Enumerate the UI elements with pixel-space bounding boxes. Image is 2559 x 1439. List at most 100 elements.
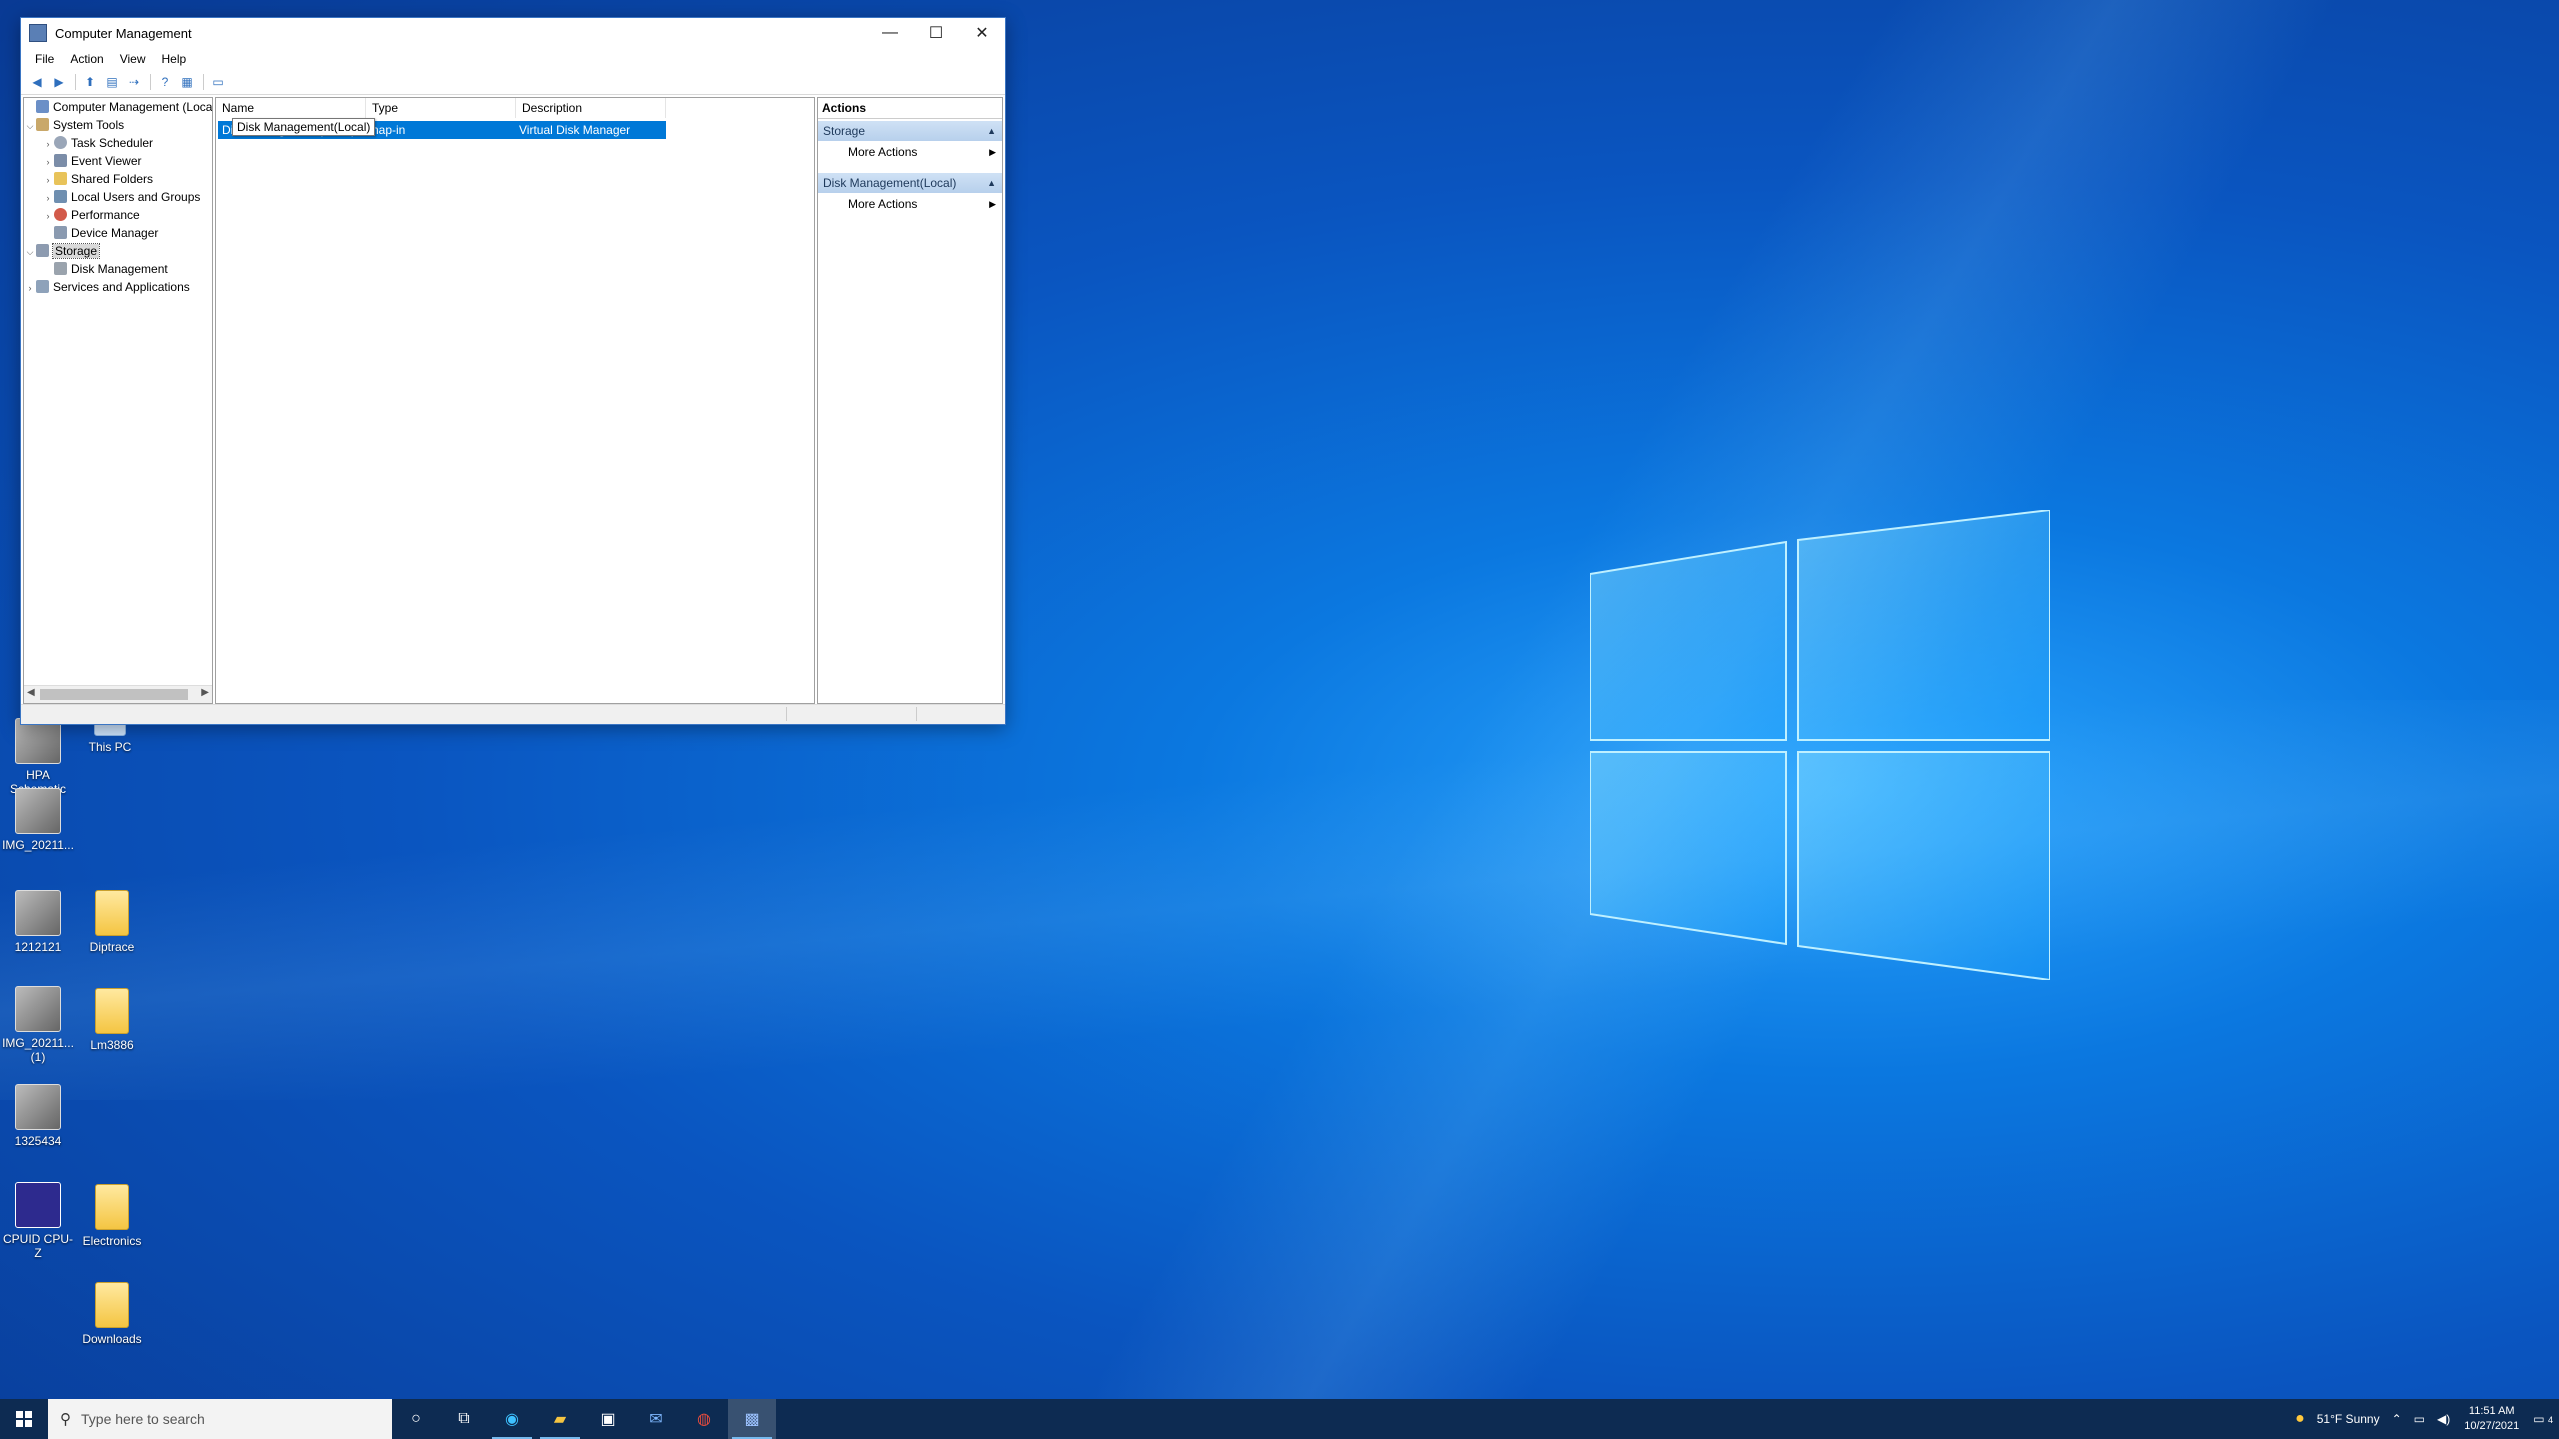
- folder-icon: [95, 1282, 129, 1328]
- tree-item-performance[interactable]: › Performance: [24, 206, 212, 224]
- up-folder-icon[interactable]: ⬆: [80, 73, 100, 91]
- actions-section-storage[interactable]: Storage ▲: [818, 121, 1002, 141]
- tree-item-label: Disk Management: [71, 262, 168, 276]
- section-label: Disk Management(Local): [823, 176, 957, 190]
- tree-item-system-tools[interactable]: ⌵ System Tools: [24, 116, 212, 134]
- desktop-icon-img-2[interactable]: IMG_20211... (1): [0, 986, 76, 1064]
- taskbar-computer-management[interactable]: ▩: [728, 1399, 776, 1439]
- column-header-description[interactable]: Description: [516, 98, 666, 118]
- desktop-icon-diptrace[interactable]: Diptrace: [74, 890, 150, 954]
- desktop-icon-lm3886[interactable]: Lm3886: [74, 988, 150, 1052]
- search-placeholder: Type here to search: [81, 1411, 205, 1427]
- start-button[interactable]: [0, 1399, 48, 1439]
- tree-item-device-manager[interactable]: Device Manager: [24, 224, 212, 242]
- scroll-right-icon[interactable]: ▶: [201, 687, 209, 698]
- column-header-name[interactable]: Name: [216, 98, 366, 118]
- chevron-right-icon[interactable]: ›: [24, 279, 36, 297]
- computer-management-icon: [36, 100, 49, 113]
- desktop-icon-img-1[interactable]: IMG_20211...: [0, 788, 76, 852]
- tree-item-local-users[interactable]: › Local Users and Groups: [24, 188, 212, 206]
- cpuz-app-icon: [15, 1182, 61, 1228]
- windows-logo-wallpaper: [1590, 510, 2050, 980]
- section-label: Storage: [823, 124, 866, 138]
- collapse-up-icon: ▲: [987, 178, 996, 188]
- desktop-icon-label: This PC: [88, 740, 132, 754]
- actions-section-disk-management[interactable]: Disk Management(Local) ▲: [818, 173, 1002, 193]
- window-title: Computer Management: [55, 25, 192, 41]
- volume-icon[interactable]: ◀): [2431, 1412, 2456, 1426]
- horizontal-scrollbar[interactable]: ◀ ▶: [24, 685, 212, 703]
- cortana-button[interactable]: ○: [392, 1399, 440, 1439]
- list-header: Name Type Description: [216, 98, 814, 118]
- action-label: More Actions: [848, 197, 918, 211]
- chevron-right-icon[interactable]: ›: [42, 207, 54, 225]
- tree-item-label: Services and Applications: [53, 280, 190, 294]
- show-action-pane-icon[interactable]: ▭: [208, 73, 228, 91]
- taskbar-store[interactable]: ▣: [584, 1399, 632, 1439]
- forward-arrow-icon[interactable]: ▶: [49, 73, 69, 91]
- clock[interactable]: 11:51 AM 10/27/2021: [2456, 1404, 2527, 1434]
- menu-help[interactable]: Help: [154, 52, 195, 66]
- taskbar-file-explorer[interactable]: ▰: [536, 1399, 584, 1439]
- tree-item-shared-folders[interactable]: › Shared Folders: [24, 170, 212, 188]
- action-label: More Actions: [848, 145, 918, 159]
- chevron-down-icon[interactable]: ⌵: [24, 243, 36, 261]
- desktop-icon-downloads[interactable]: Downloads: [74, 1282, 150, 1346]
- scroll-left-icon[interactable]: ◀: [27, 687, 35, 698]
- search-box[interactable]: ⚲ Type here to search: [48, 1399, 392, 1439]
- users-icon: [54, 190, 67, 203]
- taskbar-edge[interactable]: ◉: [488, 1399, 536, 1439]
- menu-action[interactable]: Action: [62, 52, 111, 66]
- wallpaper-light-beam: [0, 700, 2559, 1100]
- device-manager-icon: [54, 226, 67, 239]
- menu-file[interactable]: File: [27, 52, 62, 66]
- toolbox-icon: [36, 118, 49, 131]
- tree-item-task-scheduler[interactable]: › Task Scheduler: [24, 134, 212, 152]
- taskbar-mail[interactable]: ✉: [632, 1399, 680, 1439]
- desktop-icon-label: Diptrace: [89, 940, 135, 954]
- weather-text[interactable]: 51°F Sunny: [2311, 1412, 2386, 1426]
- chevron-down-icon[interactable]: ⌵: [24, 117, 36, 135]
- tree-item-event-viewer[interactable]: › Event Viewer: [24, 152, 212, 170]
- more-actions-disk-management[interactable]: More Actions ▶: [818, 193, 1002, 215]
- task-view-button[interactable]: ⧉: [440, 1399, 488, 1439]
- chevron-right-icon[interactable]: ›: [42, 153, 54, 171]
- console-tree: Computer Management (Local ⌵ System Tools…: [23, 97, 213, 704]
- title-bar[interactable]: Computer Management — ☐ ✕: [21, 18, 1005, 48]
- chevron-right-icon[interactable]: ›: [42, 189, 54, 207]
- taskbar-chrome[interactable]: ◍: [680, 1399, 728, 1439]
- tree-item-label: Performance: [71, 208, 140, 222]
- properties-icon[interactable]: ▦: [177, 73, 197, 91]
- computer-management-icon: ▩: [744, 1411, 760, 1428]
- sun-weather-icon[interactable]: ●: [2289, 1410, 2311, 1428]
- desktop-icon-electronics[interactable]: Electronics: [74, 1184, 150, 1248]
- desktop-icon-label: 1212121: [14, 940, 62, 954]
- desktop-icon-label: Electronics: [82, 1234, 142, 1248]
- chevron-right-icon[interactable]: ›: [42, 135, 54, 153]
- tree-item-storage[interactable]: ⌵ Storage: [24, 242, 212, 260]
- export-list-icon[interactable]: ⇢: [124, 73, 144, 91]
- scrollbar-thumb[interactable]: [40, 689, 188, 700]
- chevron-right-icon[interactable]: ›: [42, 171, 54, 189]
- tree-item-root[interactable]: Computer Management (Local: [24, 98, 212, 116]
- tree-item-services[interactable]: › Services and Applications: [24, 278, 212, 296]
- back-arrow-icon[interactable]: ◀: [27, 73, 47, 91]
- network-icon[interactable]: ▭: [2408, 1412, 2431, 1426]
- desktop-icon-cpuz[interactable]: CPUID CPU-Z: [0, 1182, 76, 1260]
- actions-pane: Actions Storage ▲ More Actions ▶ Disk Mana…: [817, 97, 1003, 704]
- desktop-icon-1325434[interactable]: 1325434: [0, 1084, 76, 1148]
- help-icon[interactable]: ?: [155, 73, 175, 91]
- desktop-icon-1212121[interactable]: 1212121: [0, 890, 76, 954]
- chevron-up-icon[interactable]: ⌃: [2386, 1412, 2408, 1426]
- tree-item-disk-management[interactable]: Disk Management: [24, 260, 212, 278]
- action-center-button[interactable]: ▭ 4: [2527, 1412, 2559, 1426]
- show-hide-console-tree-icon[interactable]: ▤: [102, 73, 122, 91]
- close-button[interactable]: ✕: [959, 18, 1005, 48]
- menu-view[interactable]: View: [112, 52, 154, 66]
- column-header-type[interactable]: Type: [366, 98, 516, 118]
- more-actions-storage[interactable]: More Actions ▶: [818, 141, 1002, 163]
- minimize-button[interactable]: —: [867, 18, 913, 48]
- desktop-icon-hpa-schematic[interactable]: HPA Schematic: [0, 718, 76, 796]
- maximize-button[interactable]: ☐: [913, 18, 959, 48]
- tree-item-label: Computer Management (Local: [53, 100, 213, 114]
